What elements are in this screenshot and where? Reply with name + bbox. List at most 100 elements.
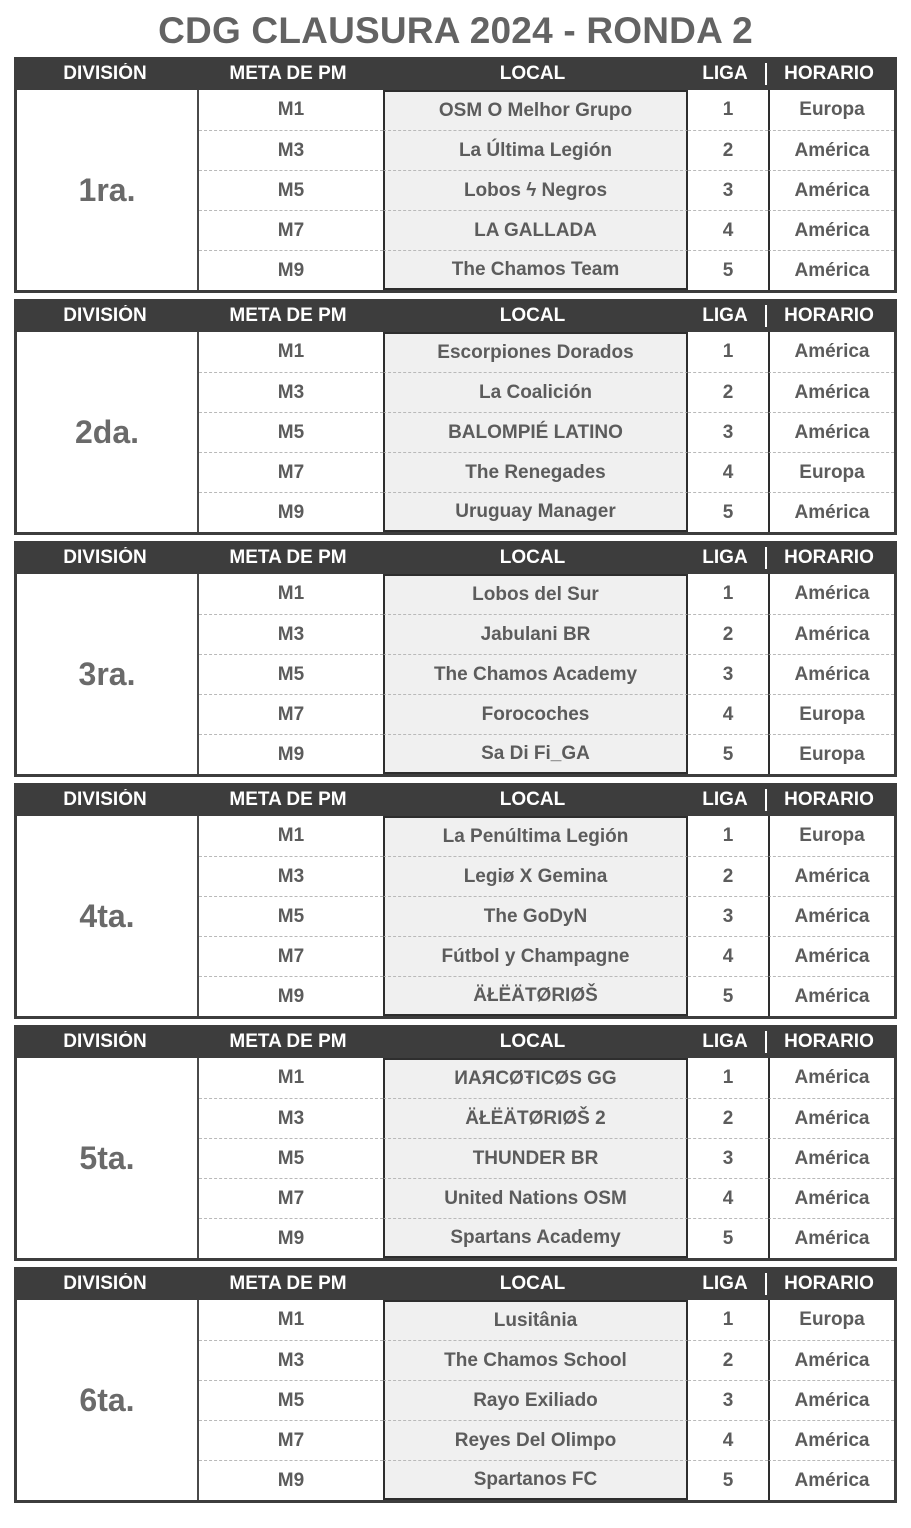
- column-header-liga: LIGA: [702, 788, 748, 810]
- table-row[interactable]: M3 The Chamos School 2 América: [199, 1340, 894, 1380]
- cell-match-slot: M3: [199, 130, 383, 170]
- cell-league-number: 1: [722, 1067, 734, 1088]
- cell-match-slot: M5: [199, 896, 383, 936]
- table-row[interactable]: M7 Fútbol y Champagne 4 América: [199, 936, 894, 976]
- column-header-local: LOCAL: [499, 1030, 566, 1052]
- cell-league-number: 1: [722, 1309, 734, 1330]
- cell-match-slot: M7: [199, 452, 383, 492]
- table-row[interactable]: M7 United Nations OSM 4 América: [199, 1178, 894, 1218]
- cell-schedule-region: Europa: [768, 90, 894, 130]
- table-row[interactable]: M5 The Chamos Academy 3 América: [199, 654, 894, 694]
- cell-league-number: 3: [688, 170, 768, 210]
- cell-match-slot: M1: [277, 583, 305, 604]
- table-row[interactable]: M7 Forocoches 4 Europa: [199, 694, 894, 734]
- division-rows: M1 La Penúltima Legión 1 Europa M3 Legiø X Ge…: [199, 816, 894, 1016]
- division-block: 3ra. M1 Lobos del Sur 1 América M3 Jabulani BR…: [14, 574, 897, 777]
- cell-schedule-region: América: [768, 1058, 894, 1098]
- cell-match-slot: M1: [277, 825, 305, 846]
- cell-schedule-region: América: [768, 1098, 894, 1138]
- cell-schedule-region: Europa: [768, 816, 894, 856]
- table-row[interactable]: M1 Escorpiones Dorados 1 América: [199, 332, 894, 372]
- division-name: 6ta.: [17, 1300, 199, 1500]
- table-row[interactable]: M9 ÄŁËÄTØRIØŠ 5 América: [199, 976, 894, 1016]
- cell-local-team: Reyes Del Olimpo: [383, 1420, 688, 1460]
- table-row[interactable]: M9 Uruguay Manager 5 América: [199, 492, 894, 532]
- cell-match-slot: M9: [199, 1218, 383, 1258]
- cell-local-team: Rayo Exiliado: [383, 1380, 688, 1420]
- cell-league-number: 3: [688, 896, 768, 936]
- cell-schedule-region: Europa: [768, 734, 894, 774]
- table-row[interactable]: M5 Lobos ϟ Negros 3 América: [199, 170, 894, 210]
- cell-local-team: Legiø X Gemina: [383, 856, 688, 896]
- cell-local-team: Lobos del Sur: [383, 574, 688, 614]
- cell-match-slot: M5: [199, 654, 383, 694]
- cell-local-team: The Chamos Team: [383, 250, 688, 290]
- cell-league-number: 2: [688, 372, 768, 412]
- cell-local-team: La Coalición: [383, 372, 688, 412]
- cell-local-team: ÄŁËÄTØRIØŠ 2: [383, 1098, 688, 1138]
- cell-local-team: Jabulani BR: [383, 614, 688, 654]
- table-header-row: DIVISIÓN META DE PM LOCAL LIGA HORARIO: [14, 1267, 897, 1300]
- fixture-sheet: CDG CLAUSURA 2024 - RONDA 2 DIVISIÓN META…: [0, 0, 911, 1528]
- cell-local-team: Lusitânia: [383, 1300, 688, 1340]
- cell-schedule-region: América: [768, 130, 894, 170]
- table-row[interactable]: M1 Lobos del Sur 1 América: [199, 574, 894, 614]
- table-row[interactable]: M5 Rayo Exiliado 3 América: [199, 1380, 894, 1420]
- table-row[interactable]: M7 The Renegades 4 Europa: [199, 452, 894, 492]
- cell-local-team: ÄŁËÄTØRIØŠ: [383, 976, 688, 1016]
- cell-schedule-region: América: [768, 412, 894, 452]
- table-row[interactable]: M1 OSM O Melhor Grupo 1 Europa: [199, 90, 894, 130]
- cell-schedule-region: Europa: [768, 1300, 894, 1340]
- cell-league-number: 3: [688, 654, 768, 694]
- cell-league-number: 5: [688, 250, 768, 290]
- table-row[interactable]: M7 LA GALLADA 4 América: [199, 210, 894, 250]
- column-header-local: LOCAL: [499, 546, 566, 568]
- table-row[interactable]: M3 La Coalición 2 América: [199, 372, 894, 412]
- column-header-division: DIVISIÓN: [63, 788, 147, 810]
- column-header-division: DIVISIÓN: [63, 304, 147, 326]
- column-header-liga: LIGA: [702, 546, 748, 568]
- table-row[interactable]: M7 Reyes Del Olimpo 4 América: [199, 1420, 894, 1460]
- cell-local-team: THUNDER BR: [383, 1138, 688, 1178]
- cell-local-team: Spartanos FC: [383, 1460, 688, 1500]
- table-row[interactable]: M5 THUNDER BR 3 América: [199, 1138, 894, 1178]
- column-header-liga: LIGA: [702, 1030, 748, 1052]
- cell-league-number: 3: [688, 1138, 768, 1178]
- cell-local-team: La Última Legión: [383, 130, 688, 170]
- cell-local-team: Spartans Academy: [383, 1218, 688, 1258]
- column-header-local: LOCAL: [499, 788, 566, 810]
- table-row[interactable]: M5 BALOMPIÉ LATINO 3 América: [199, 412, 894, 452]
- table-row[interactable]: M9 Spartans Academy 5 América: [199, 1218, 894, 1258]
- column-header-liga: LIGA: [702, 1272, 748, 1294]
- cell-league-number: 5: [688, 492, 768, 532]
- cell-league-number: 3: [688, 412, 768, 452]
- table-row[interactable]: M3 Jabulani BR 2 América: [199, 614, 894, 654]
- cell-league-number: 2: [688, 856, 768, 896]
- cell-schedule-region: América: [768, 1420, 894, 1460]
- division-rows: M1 OSM O Melhor Grupo 1 Europa M3 La Última L…: [199, 90, 894, 290]
- cell-league-number: 4: [688, 1178, 768, 1218]
- table-row[interactable]: M5 The GoDyN 3 América: [199, 896, 894, 936]
- cell-match-slot: M9: [199, 976, 383, 1016]
- cell-schedule-region: América: [768, 170, 894, 210]
- cell-local-team: Sa Di Fi_GA: [383, 734, 688, 774]
- column-header-horario: HORARIO: [765, 788, 891, 811]
- table-row[interactable]: M9 Spartanos FC 5 América: [199, 1460, 894, 1500]
- cell-league-number: 4: [688, 210, 768, 250]
- division-block: 4ta. M1 La Penúltima Legión 1 Europa M3 Legiø …: [14, 816, 897, 1019]
- cell-match-slot: M1: [277, 341, 305, 362]
- table-row[interactable]: M1 Lusitânia 1 Europa: [199, 1300, 894, 1340]
- table-header-row: DIVISIÓN META DE PM LOCAL LIGA HORARIO: [14, 541, 897, 574]
- table-row[interactable]: M9 Sa Di Fi_GA 5 Europa: [199, 734, 894, 774]
- cell-schedule-region: América: [768, 1218, 894, 1258]
- cell-league-number: 2: [688, 1098, 768, 1138]
- table-row[interactable]: M9 The Chamos Team 5 América: [199, 250, 894, 290]
- table-header-row: DIVISIÓN META DE PM LOCAL LIGA HORARIO: [14, 299, 897, 332]
- table-row[interactable]: M3 ÄŁËÄTØRIØŠ 2 2 América: [199, 1098, 894, 1138]
- cell-league-number: 1: [722, 99, 734, 120]
- table-row[interactable]: M1 La Penúltima Legión 1 Europa: [199, 816, 894, 856]
- cell-league-number: 1: [722, 825, 734, 846]
- table-row[interactable]: M3 La Última Legión 2 América: [199, 130, 894, 170]
- table-row[interactable]: M3 Legiø X Gemina 2 América: [199, 856, 894, 896]
- table-row[interactable]: M1 ИАЯCØŦICØS GG 1 América: [199, 1058, 894, 1098]
